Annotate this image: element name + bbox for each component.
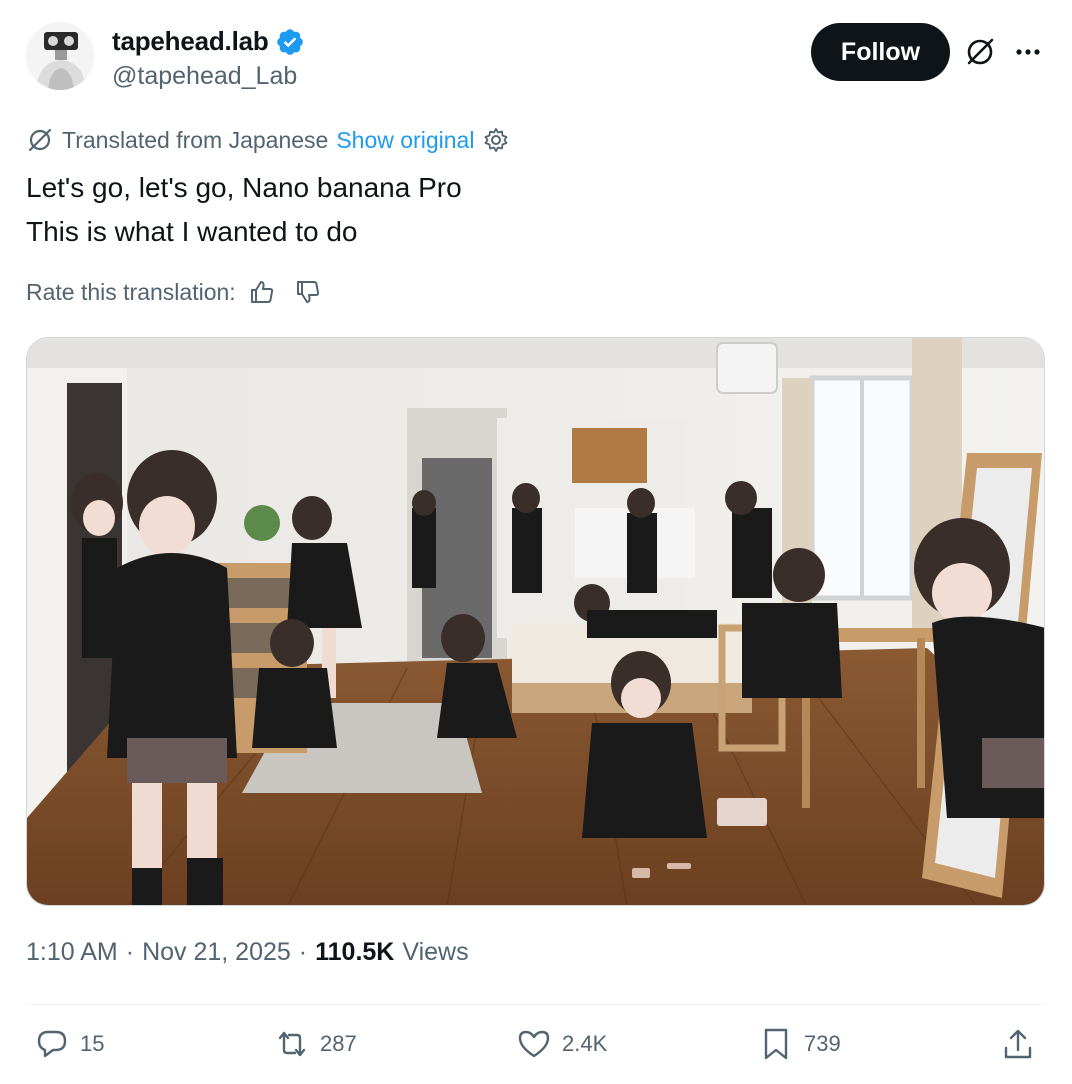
handle[interactable]: @tapehead_Lab — [112, 62, 297, 91]
repost-icon — [278, 1031, 306, 1057]
show-original-link[interactable]: Show original — [336, 127, 474, 154]
tweet-text: Let's go, let's go, Nano banana Pro This… — [26, 166, 462, 254]
tweet-line: Let's go, let's go, Nano banana Pro — [26, 172, 462, 203]
verified-badge-icon — [276, 28, 303, 55]
rate-translation: Rate this translation: — [26, 278, 322, 306]
repost-button[interactable]: 287 — [274, 1026, 357, 1062]
reply-icon — [37, 1030, 67, 1058]
like-count: 2.4K — [562, 1031, 608, 1056]
thumbs-up-icon[interactable] — [248, 278, 276, 306]
action-bar: 15 287 2.4K 739 — [26, 1026, 1046, 1070]
share-icon — [1004, 1029, 1032, 1059]
translate-icon — [28, 128, 52, 152]
translated-from-label: Translated from Japanese — [62, 126, 329, 153]
bookmark-button[interactable]: 739 — [758, 1026, 841, 1062]
meta-separator: · — [298, 938, 308, 966]
follow-button[interactable]: Follow — [811, 23, 950, 81]
repost-count: 287 — [320, 1031, 357, 1056]
share-button[interactable] — [1000, 1026, 1036, 1062]
like-button[interactable]: 2.4K — [516, 1026, 607, 1062]
more-icon[interactable] — [1012, 38, 1044, 66]
views-count[interactable]: 110.5K — [315, 938, 394, 967]
heart-icon — [518, 1030, 550, 1058]
avatar[interactable] — [26, 22, 94, 90]
tweet-meta: 1:10 AM · Nov 21, 2025 · 110.5K Views — [26, 938, 469, 967]
reply-count: 15 — [80, 1031, 105, 1056]
gear-icon[interactable] — [482, 126, 510, 154]
reply-button[interactable]: 15 — [34, 1026, 104, 1062]
tweet-line: This is what I wanted to do — [26, 216, 358, 247]
rate-translation-label: Rate this translation: — [26, 278, 236, 305]
grok-icon[interactable] — [964, 36, 996, 68]
thumbs-down-icon[interactable] — [294, 278, 322, 306]
display-name[interactable]: tapehead.lab — [112, 26, 269, 57]
bookmark-icon — [764, 1028, 788, 1060]
tweet-date[interactable]: Nov 21, 2025 — [142, 938, 291, 967]
room-illustration — [27, 338, 1044, 905]
tweet-image[interactable] — [26, 337, 1045, 906]
divider — [26, 1004, 1046, 1005]
tweet-header: tapehead.lab @tapehead_Lab Follow — [26, 22, 1046, 102]
meta-separator: · — [125, 938, 135, 966]
tweet-time[interactable]: 1:10 AM — [26, 938, 118, 967]
translation-bar: Translated from Japanese Show original — [26, 126, 510, 154]
bookmark-count: 739 — [804, 1031, 841, 1056]
views-label[interactable]: Views — [402, 938, 468, 967]
